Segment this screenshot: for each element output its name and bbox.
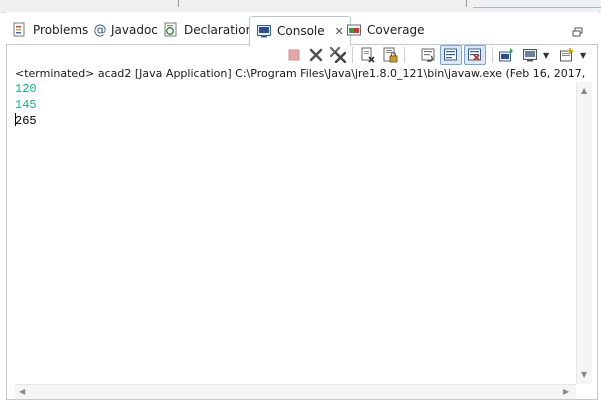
problems-icon	[12, 22, 28, 38]
console-line: 120	[15, 82, 37, 96]
top-divider	[466, 0, 467, 7]
console-toolbar: ▼ ▼	[6, 44, 598, 66]
console-line: 145	[15, 97, 37, 112]
minimize-view-button[interactable]	[572, 22, 584, 37]
scroll-lock-button[interactable]	[380, 45, 400, 65]
show-on-stdout-button[interactable]	[440, 45, 462, 65]
toolbar-separator	[352, 47, 353, 63]
scroll-left-icon[interactable]: ◀	[19, 388, 25, 396]
tab-label: Coverage	[367, 23, 425, 37]
show-on-stdout-icon	[444, 48, 457, 61]
terminate-icon	[288, 49, 300, 61]
display-console-button[interactable]	[520, 45, 540, 65]
clear-console-icon	[361, 47, 375, 63]
view-tab-bar: Problems @ Javadoc Declaration Console ✕	[6, 12, 598, 46]
open-console-icon	[560, 48, 573, 62]
show-on-stderr-icon	[468, 48, 481, 61]
tab-javadoc[interactable]: @ Javadoc	[94, 18, 158, 42]
tab-label: Declaration	[184, 23, 254, 37]
chevron-down-icon[interactable]: ▼	[580, 51, 586, 60]
chevron-down-icon[interactable]: ▼	[543, 51, 549, 60]
display-console-icon	[523, 49, 537, 62]
top-highlight-bar	[473, 0, 601, 8]
tab-coverage[interactable]: Coverage	[346, 18, 425, 42]
toolbar-separator	[404, 47, 405, 63]
javadoc-at-icon: @	[93, 22, 107, 38]
tab-console[interactable]: Console ✕	[249, 16, 351, 46]
coverage-icon	[346, 22, 362, 38]
pin-console-icon	[499, 48, 513, 62]
pin-console-button[interactable]	[496, 45, 516, 65]
console-icon	[256, 23, 272, 39]
remove-all-terminated-icon	[330, 47, 346, 63]
close-tab-icon[interactable]: ✕	[335, 25, 344, 38]
minimize-icon	[572, 27, 583, 37]
declaration-icon	[163, 22, 179, 38]
view-border	[597, 44, 598, 400]
horizontal-scrollbar[interactable]: ◀ ▶	[15, 384, 576, 399]
tab-label: Console	[277, 24, 325, 38]
tab-problems[interactable]: Problems	[12, 18, 88, 42]
remove-all-terminated-button[interactable]	[328, 45, 348, 65]
clear-console-button[interactable]	[358, 45, 378, 65]
show-on-stderr-button[interactable]	[464, 45, 486, 65]
terminate-button[interactable]	[284, 45, 304, 65]
top-divider	[178, 0, 179, 7]
tab-label: Problems	[33, 23, 89, 37]
remove-launch-button[interactable]	[306, 45, 326, 65]
scroll-up-icon[interactable]: ▲	[581, 87, 587, 95]
tab-declaration[interactable]: Declaration	[163, 18, 253, 42]
remove-launch-icon	[309, 48, 323, 62]
open-console-button[interactable]	[557, 45, 577, 65]
toolbar-separator	[492, 47, 493, 63]
vertical-scrollbar[interactable]: ▲ ▼	[576, 82, 592, 384]
scroll-right-icon[interactable]: ▶	[563, 388, 569, 396]
view-border	[6, 44, 7, 400]
word-wrap-icon	[421, 48, 435, 62]
console-output[interactable]: 120 145 265	[15, 82, 576, 383]
word-wrap-button[interactable]	[419, 45, 439, 65]
console-line-text: 265	[15, 114, 37, 128]
console-line: 265	[15, 113, 576, 129]
console-status-line: <terminated> acad2 [Java Application] C:…	[15, 67, 589, 80]
scroll-down-icon[interactable]: ▼	[581, 371, 587, 379]
view-border	[6, 399, 598, 400]
tab-label: Javadoc	[111, 23, 158, 37]
scroll-lock-icon	[383, 47, 398, 63]
